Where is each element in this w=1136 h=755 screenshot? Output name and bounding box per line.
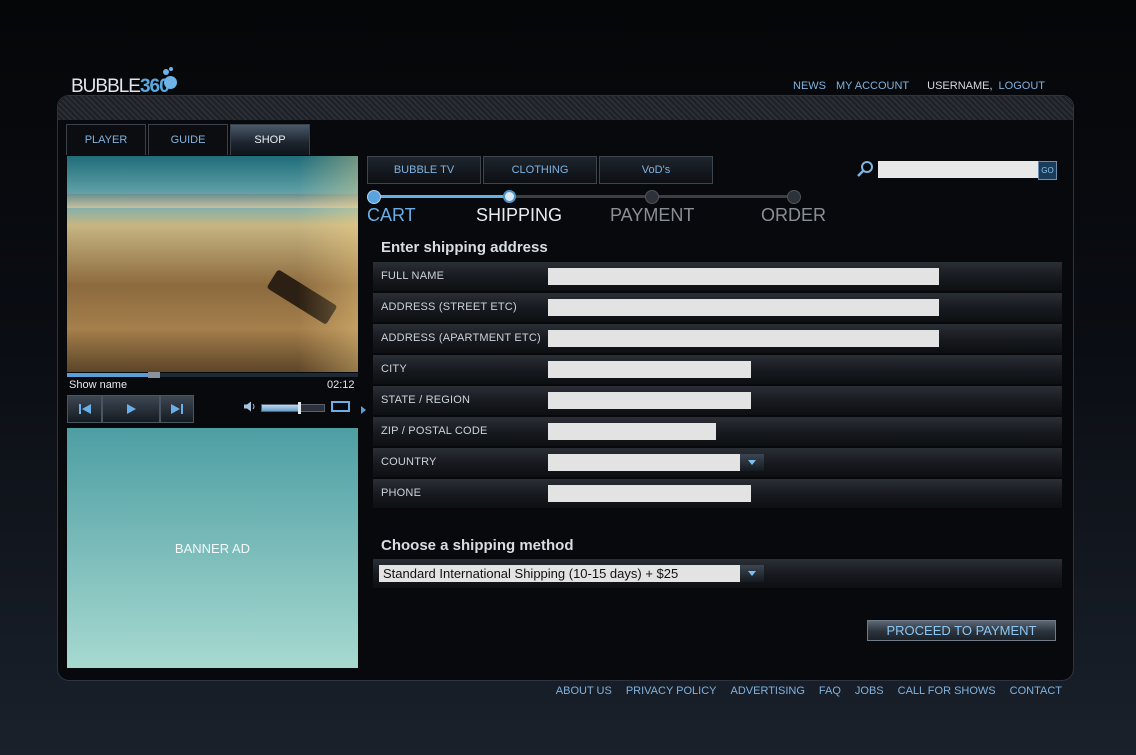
logo-bubble-medium: [163, 69, 169, 75]
step-shipping: SHIPPING: [476, 205, 563, 225]
shipping-method-value: Standard International Shipping (10-15 d…: [383, 566, 679, 581]
previous-button[interactable]: [67, 395, 102, 423]
frame-header-strip: [58, 96, 1073, 120]
footer-link-about[interactable]: ABOUT US: [556, 685, 612, 697]
play-button[interactable]: [102, 395, 160, 423]
step-dot-payment: [645, 190, 659, 204]
username-label: USERNAME,: [927, 80, 993, 92]
step-dot-shipping: [503, 190, 516, 203]
city-input[interactable]: [548, 361, 751, 378]
full-name-input[interactable]: [548, 268, 939, 285]
shipping-method-select[interactable]: Standard International Shipping (10-15 d…: [379, 565, 764, 582]
main-tabs: PLAYER GUIDE SHOP: [66, 124, 310, 155]
search-go-button[interactable]: GO: [1038, 161, 1057, 180]
step-order: ORDER: [761, 205, 827, 225]
checkout-progress-fill: [373, 195, 510, 198]
news-link[interactable]: NEWS: [793, 80, 826, 92]
volume-handle[interactable]: [298, 402, 302, 414]
shipping-method-title: Choose a shipping method: [381, 537, 574, 554]
video-progress-fill: [67, 373, 155, 377]
skip-back-icon: [78, 404, 91, 414]
banner-ad[interactable]: BANNER AD: [67, 428, 358, 668]
skip-forward-icon: [171, 404, 183, 414]
form-row-phone: PHONE: [373, 479, 1062, 509]
footer-link-call-for-shows[interactable]: CALL FOR SHOWS: [898, 685, 996, 697]
phone-input[interactable]: [548, 485, 751, 502]
video-progress-bar[interactable]: [67, 372, 358, 378]
step-payment: PAYMENT: [610, 205, 695, 225]
footer-link-jobs[interactable]: JOBS: [855, 685, 884, 697]
play-icon: [127, 404, 136, 414]
logo-bubble-small: [169, 67, 173, 71]
logout-link[interactable]: LOGOUT: [999, 80, 1045, 92]
shipping-address-title: Enter shipping address: [381, 239, 548, 256]
phone-label: PHONE: [381, 487, 422, 499]
tab-shop[interactable]: SHOP: [230, 124, 310, 155]
footer-link-faq[interactable]: FAQ: [819, 685, 841, 697]
video-progress-handle[interactable]: [148, 372, 161, 378]
form-row-city: CITY: [373, 355, 1062, 385]
banner-ad-text: BANNER AD: [174, 540, 251, 556]
logo[interactable]: BUBBLE360: [71, 67, 191, 97]
country-select[interactable]: [548, 454, 764, 471]
fullscreen-icon[interactable]: [331, 401, 350, 412]
state-input[interactable]: [548, 392, 751, 409]
step-dot-order: [787, 190, 801, 204]
footer-link-advertising[interactable]: ADVERTISING: [731, 685, 805, 697]
form-row-full-name: FULL NAME: [373, 262, 1062, 292]
city-label: CITY: [381, 363, 407, 375]
shop-tabs: BUBBLE TV CLOTHING VoD's: [367, 156, 713, 184]
logo-bubble-large: [164, 76, 177, 89]
volume-icon[interactable]: [244, 401, 256, 415]
proceed-to-payment-button[interactable]: PROCEED TO PAYMENT: [867, 620, 1056, 641]
shop-tab-bubble-tv[interactable]: BUBBLE TV: [367, 156, 481, 184]
address-street-label: ADDRESS (STREET ETC): [381, 301, 517, 313]
search-icon[interactable]: [856, 160, 874, 178]
shop-tab-clothing[interactable]: CLOTHING: [483, 156, 597, 184]
form-row-state: STATE / REGION: [373, 386, 1062, 416]
address-apartment-label: ADDRESS (APARTMENT ETC): [381, 332, 541, 344]
footer-link-privacy[interactable]: PRIVACY POLICY: [626, 685, 717, 697]
volume-slider[interactable]: [261, 402, 325, 414]
form-row-country: COUNTRY: [373, 448, 1062, 478]
address-street-input[interactable]: [548, 299, 939, 316]
shipping-dropdown-arrow-icon[interactable]: [740, 565, 764, 582]
tab-player[interactable]: PLAYER: [66, 124, 146, 155]
video-time: 02:12: [327, 379, 355, 391]
footer-nav: ABOUT US PRIVACY POLICY ADVERTISING FAQ …: [556, 685, 1062, 697]
state-label: STATE / REGION: [381, 394, 471, 406]
my-account-link[interactable]: MY ACCOUNT: [836, 80, 909, 92]
address-apartment-input[interactable]: [548, 330, 939, 347]
full-name-label: FULL NAME: [381, 270, 445, 282]
top-nav: NEWS MY ACCOUNT USERNAME, LOGOUT: [793, 80, 1045, 92]
country-dropdown-arrow-icon[interactable]: [740, 454, 764, 471]
zip-label: ZIP / POSTAL CODE: [381, 425, 488, 437]
form-row-zip: ZIP / POSTAL CODE: [373, 417, 1062, 447]
video-frame-light: [298, 156, 358, 372]
volume-fill: [262, 405, 300, 411]
next-button[interactable]: [160, 395, 194, 423]
search-input[interactable]: [878, 161, 1045, 178]
video-player[interactable]: [67, 156, 358, 372]
form-row-shipping-method: Standard International Shipping (10-15 d…: [373, 559, 1062, 589]
form-row-address-apartment: ADDRESS (APARTMENT ETC): [373, 324, 1062, 354]
form-row-address-street: ADDRESS (STREET ETC): [373, 293, 1062, 323]
shop-tab-vods[interactable]: VoD's: [599, 156, 713, 184]
step-dot-cart: [367, 190, 381, 204]
zip-input[interactable]: [548, 423, 716, 440]
panel-toggle-arrow-icon[interactable]: [361, 406, 366, 414]
show-name: Show name: [69, 379, 128, 391]
country-label: COUNTRY: [381, 456, 437, 468]
tab-guide[interactable]: GUIDE: [148, 124, 228, 155]
footer-link-contact[interactable]: CONTACT: [1010, 685, 1062, 697]
step-cart[interactable]: CART: [367, 205, 416, 226]
